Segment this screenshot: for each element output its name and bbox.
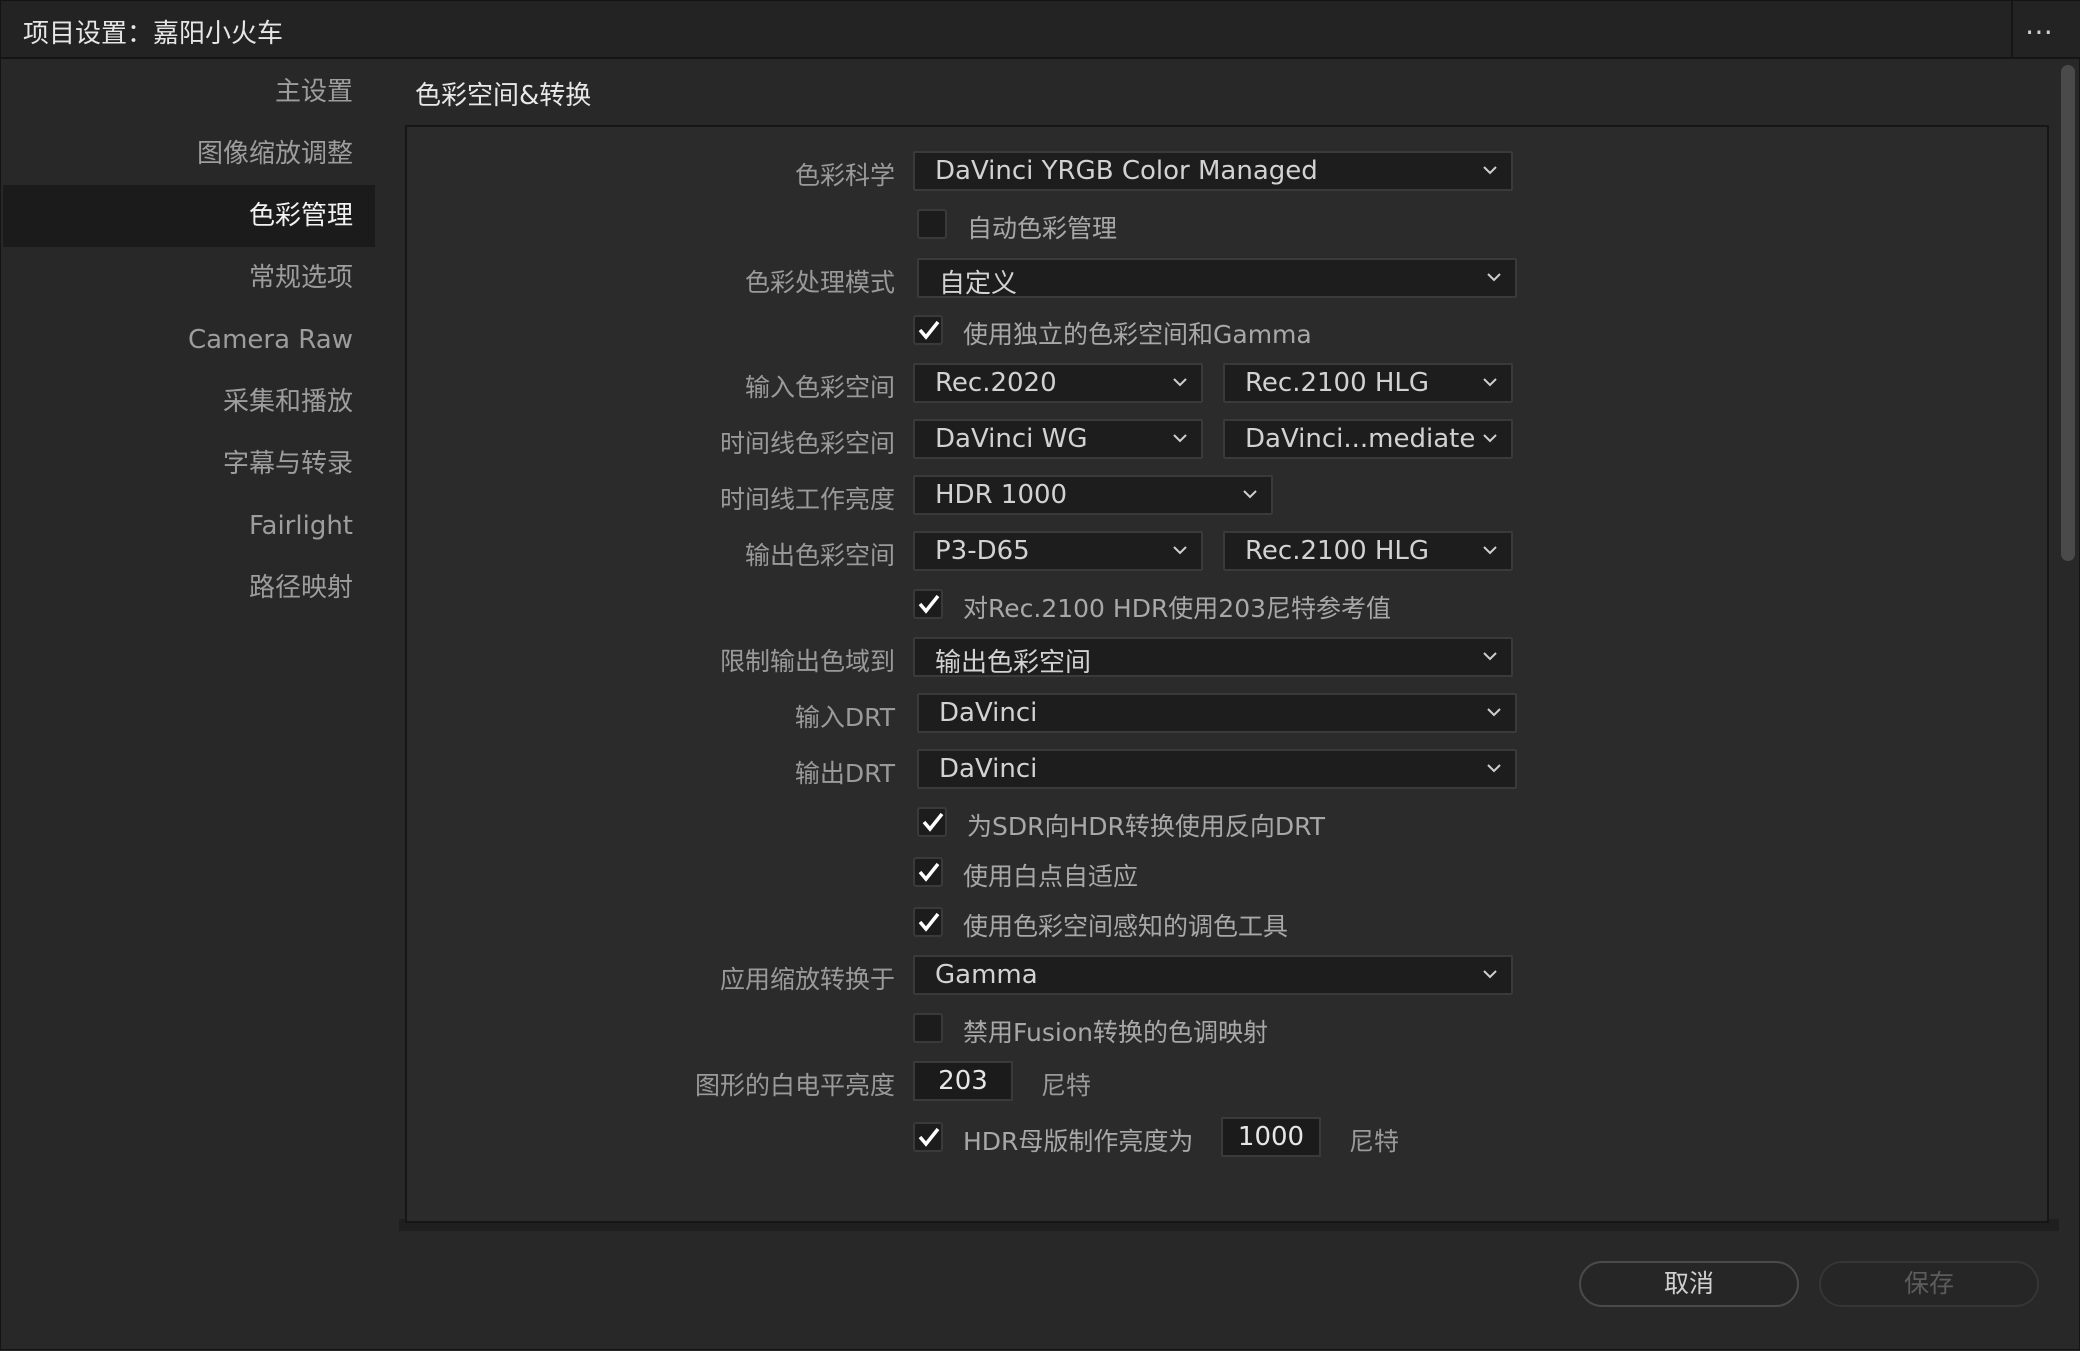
apply-resize-in-label: 应用缩放转换于 xyxy=(719,965,895,994)
timeline-working-luminance-dropdown[interactable]: HDR 1000 xyxy=(913,475,1273,515)
color-science-dropdown[interactable]: DaVinci YRGB Color Managed xyxy=(913,151,1513,191)
timeline-color-space-label: 时间线色彩空间 xyxy=(719,429,895,458)
window-title: 项目设置：嘉阳小火车 xyxy=(23,19,284,49)
color-science-label: 色彩科学 xyxy=(794,161,895,190)
color-science-value: DaVinci YRGB Color Managed xyxy=(935,156,1318,186)
output-drt-label: 输出DRT xyxy=(794,759,895,788)
apply-resize-in-value: Gamma xyxy=(935,960,1038,990)
color-processing-mode-value: 自定义 xyxy=(939,269,1018,299)
save-button[interactable]: 保存 xyxy=(1819,1261,2039,1307)
input-drt-dropdown[interactable]: DaVinci xyxy=(917,693,1517,733)
checkmark-icon xyxy=(918,1127,940,1147)
output-drt-value: DaVinci xyxy=(939,754,1038,784)
timeline-color-space-dropdown[interactable]: DaVinci WG xyxy=(913,419,1203,459)
limit-output-gamut-label: 限制输出色域到 xyxy=(719,647,895,676)
auto-color-management-label: 自动色彩管理 xyxy=(967,214,1118,243)
sidebar-item-color-management[interactable]: 色彩管理 xyxy=(3,185,375,247)
rec2100-203nit-label: 对Rec.2100 HDR使用203尼特参考值 xyxy=(963,594,1392,623)
chevron-down-icon xyxy=(1173,546,1187,555)
chevron-down-icon xyxy=(1173,378,1187,387)
checkmark-icon xyxy=(918,862,940,882)
sidebar-item-fairlight[interactable]: Fairlight xyxy=(3,495,375,557)
checkmark-icon xyxy=(922,812,944,832)
chevron-down-icon xyxy=(1243,490,1257,499)
separate-color-space-gamma-checkbox[interactable] xyxy=(913,315,943,345)
output-color-space-dropdown[interactable]: P3-D65 xyxy=(913,531,1203,571)
checkmark-icon xyxy=(918,912,940,932)
title-bar: 项目设置：嘉阳小火车 ⋯ xyxy=(1,1,2080,59)
input-drt-label: 输入DRT xyxy=(794,703,895,732)
chevron-down-icon xyxy=(1483,378,1497,387)
chevron-down-icon xyxy=(1487,764,1501,773)
graphics-white-level-unit: 尼特 xyxy=(1041,1071,1092,1100)
project-settings-window: 项目设置：嘉阳小火车 ⋯ 主设置 图像缩放调整 色彩管理 常规选项 Camera… xyxy=(0,0,2080,1350)
chevron-down-icon xyxy=(1483,434,1497,443)
chevron-down-icon xyxy=(1483,970,1497,979)
hdr-mastering-checkbox[interactable] xyxy=(913,1122,943,1152)
sidebar-item-subtitles[interactable]: 字幕与转录 xyxy=(3,433,375,495)
output-gamma-dropdown[interactable]: Rec.2100 HLG xyxy=(1223,531,1513,571)
disable-fusion-tonemap-checkbox[interactable] xyxy=(913,1013,943,1043)
white-point-adaptation-label: 使用白点自适应 xyxy=(963,862,1139,891)
cancel-button[interactable]: 取消 xyxy=(1579,1261,1799,1307)
checkmark-icon xyxy=(918,320,940,340)
scrollbar-thumb[interactable] xyxy=(2061,65,2075,561)
color-processing-mode-dropdown[interactable]: 自定义 xyxy=(917,258,1517,299)
rec2100-203nit-checkbox[interactable] xyxy=(913,589,943,619)
hdr-mastering-unit: 尼特 xyxy=(1349,1127,1400,1156)
inverse-drt-label: 为SDR向HDR转换使用反向DRT xyxy=(967,812,1325,841)
input-drt-value: DaVinci xyxy=(939,698,1038,728)
limit-output-gamut-dropdown[interactable]: 输出色彩空间 xyxy=(913,637,1513,678)
output-color-space-label: 输出色彩空间 xyxy=(744,541,895,570)
input-gamma-value: Rec.2100 HLG xyxy=(1245,368,1430,398)
input-color-space-value: Rec.2020 xyxy=(935,368,1057,398)
graphics-white-level-label: 图形的白电平亮度 xyxy=(694,1071,895,1100)
hdr-mastering-input[interactable]: 1000 xyxy=(1221,1117,1321,1157)
limit-output-gamut-value: 输出色彩空间 xyxy=(935,648,1092,678)
output-drt-dropdown[interactable]: DaVinci xyxy=(917,749,1517,789)
separate-color-space-gamma-label: 使用独立的色彩空间和Gamma xyxy=(963,320,1312,349)
color-space-aware-tools-label: 使用色彩空间感知的调色工具 xyxy=(963,912,1289,941)
sidebar-item-image-scaling[interactable]: 图像缩放调整 xyxy=(3,123,375,185)
chevron-down-icon xyxy=(1483,546,1497,555)
chevron-down-icon xyxy=(1483,652,1497,661)
chevron-down-icon xyxy=(1483,166,1497,175)
white-point-adaptation-checkbox[interactable] xyxy=(913,857,943,887)
inverse-drt-checkbox[interactable] xyxy=(917,807,947,837)
color-space-aware-tools-checkbox[interactable] xyxy=(913,907,943,937)
timeline-working-luminance-value: HDR 1000 xyxy=(935,480,1068,510)
more-options-icon[interactable]: ⋯ xyxy=(2025,15,2055,48)
checkmark-icon xyxy=(918,594,940,614)
timeline-color-space-value: DaVinci WG xyxy=(935,424,1088,454)
input-color-space-dropdown[interactable]: Rec.2020 xyxy=(913,363,1203,403)
chevron-down-icon xyxy=(1173,434,1187,443)
timeline-working-luminance-label: 时间线工作亮度 xyxy=(719,485,895,514)
output-gamma-value: Rec.2100 HLG xyxy=(1245,536,1430,566)
auto-color-management-checkbox[interactable] xyxy=(917,209,947,239)
sidebar-item-general-options[interactable]: 常规选项 xyxy=(3,247,375,309)
input-gamma-dropdown[interactable]: Rec.2100 HLG xyxy=(1223,363,1513,403)
sidebar-item-capture-playback[interactable]: 采集和播放 xyxy=(3,371,375,433)
settings-sidebar: 主设置 图像缩放调整 色彩管理 常规选项 Camera Raw 采集和播放 字幕… xyxy=(3,61,375,1351)
input-color-space-label: 输入色彩空间 xyxy=(744,373,895,402)
sidebar-item-camera-raw[interactable]: Camera Raw xyxy=(3,309,375,371)
sidebar-item-path-mapping[interactable]: 路径映射 xyxy=(3,557,375,619)
hdr-mastering-label: HDR母版制作亮度为 xyxy=(963,1127,1194,1156)
disable-fusion-tonemap-label: 禁用Fusion转换的色调映射 xyxy=(963,1018,1268,1047)
timeline-gamma-value: DaVinci...mediate xyxy=(1245,424,1476,454)
title-divider xyxy=(2011,1,2013,59)
section-title: 色彩空间&转换 xyxy=(415,81,592,111)
chevron-down-icon xyxy=(1487,273,1501,282)
timeline-gamma-dropdown[interactable]: DaVinci...mediate xyxy=(1223,419,1513,459)
output-color-space-value: P3-D65 xyxy=(935,536,1030,566)
graphics-white-level-input[interactable]: 203 xyxy=(913,1061,1013,1101)
apply-resize-in-dropdown[interactable]: Gamma xyxy=(913,955,1513,995)
chevron-down-icon xyxy=(1487,708,1501,717)
sidebar-item-master-settings[interactable]: 主设置 xyxy=(3,61,375,123)
color-processing-mode-label: 色彩处理模式 xyxy=(744,268,895,297)
